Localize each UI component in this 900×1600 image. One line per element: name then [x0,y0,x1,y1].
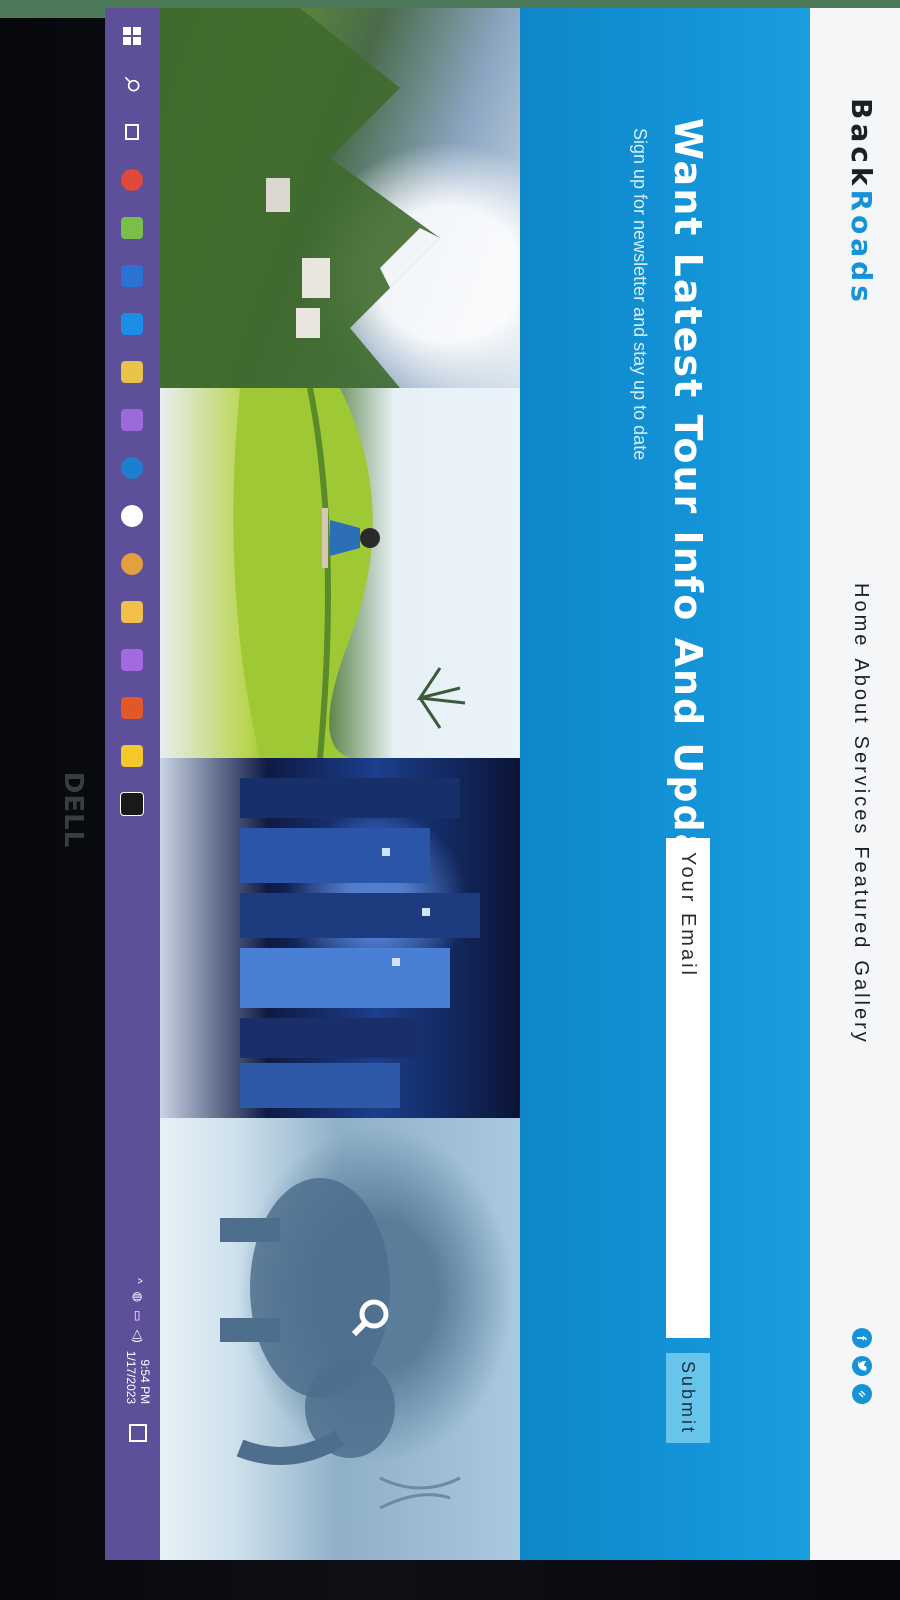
mountain-village-photo [160,8,440,388]
nav-services[interactable]: Services [849,736,872,837]
chevron-up-icon[interactable]: ^ [131,1278,145,1284]
edge-icon[interactable] [113,448,153,488]
twitter-icon[interactable] [852,1356,872,1376]
folder-icon[interactable] [113,592,153,632]
slack-icon[interactable] [113,544,153,584]
visual-studio-icon[interactable] [113,304,153,344]
browser-viewport: BackRoads Home About Services Featured G… [105,8,900,1560]
chrome-icon[interactable] [113,160,153,200]
clock-time: 9:54 PM [138,1359,152,1405]
windows-taskbar: ^ ◍ ▭ ◁) 9:54 PM 1/17/2023 [105,8,160,1560]
gallery-tile-elephant[interactable] [160,1118,520,1560]
gallery [160,8,520,1560]
brand-logo[interactable]: BackRoads [845,98,878,306]
terminal-icon[interactable] [113,784,153,824]
nav-about[interactable]: About [849,658,872,725]
network-icon[interactable]: ◍ [131,1292,145,1302]
office-icon[interactable] [113,688,153,728]
outlook-icon[interactable] [113,256,153,296]
navbar: BackRoads Home About Services Featured G… [810,8,900,1560]
social-links: f [852,1328,872,1404]
nav-links: Home About Services Featured Gallery [849,583,872,1045]
clock[interactable]: 9:54 PM 1/17/2023 [124,1351,152,1404]
brand-part-1: Back [845,98,878,190]
sticky-notes-icon[interactable] [113,736,153,776]
gallery-tile-rice-terrace[interactable] [160,388,520,758]
gallery-tile-city-night[interactable] [160,758,520,1118]
app-icon[interactable] [113,496,153,536]
rice-terrace-yoga-photo [233,388,466,758]
brand-part-2: Roads [845,189,878,306]
explorer-icon[interactable] [113,352,153,392]
notification-icon[interactable] [129,1424,147,1443]
task-view-icon[interactable] [113,112,153,152]
photos-icon[interactable] [113,208,153,248]
visual-studio-purple-icon[interactable] [113,400,153,440]
windows-start-icon[interactable] [113,16,153,56]
nav-home[interactable]: Home [849,583,872,648]
search-icon[interactable] [113,64,153,104]
search-icon[interactable] [340,1288,400,1348]
battery-icon[interactable]: ▭ [131,1310,145,1321]
email-input[interactable] [666,838,710,1338]
nav-featured[interactable]: Featured [849,846,872,950]
city-night-skyline-photo [240,778,480,1108]
volume-icon[interactable]: ◁) [131,1329,145,1342]
newsletter-subline: Sign up for newsletter and stay up to da… [630,128,650,461]
dell-logo: DELL [58,771,89,849]
gallery-tile-mountain-village[interactable] [160,8,520,388]
visual-studio-icon-2[interactable] [113,640,153,680]
newsletter-section: Want Latest Tour Info And Updates? Sign … [520,8,810,1560]
monitor-screen: BackRoads Home About Services Featured G… [105,8,900,1560]
facebook-icon[interactable]: f [852,1328,872,1348]
newsletter-headline: Want Latest Tour Info And Updates? [666,118,710,958]
nav-gallery[interactable]: Gallery [849,960,872,1044]
squarespace-icon[interactable] [852,1384,872,1404]
submit-button[interactable]: Submit [666,1353,710,1443]
system-tray: ^ ◍ ▭ ◁) 9:54 PM 1/17/2023 [124,1278,152,1443]
clock-date: 1/17/2023 [124,1350,138,1405]
